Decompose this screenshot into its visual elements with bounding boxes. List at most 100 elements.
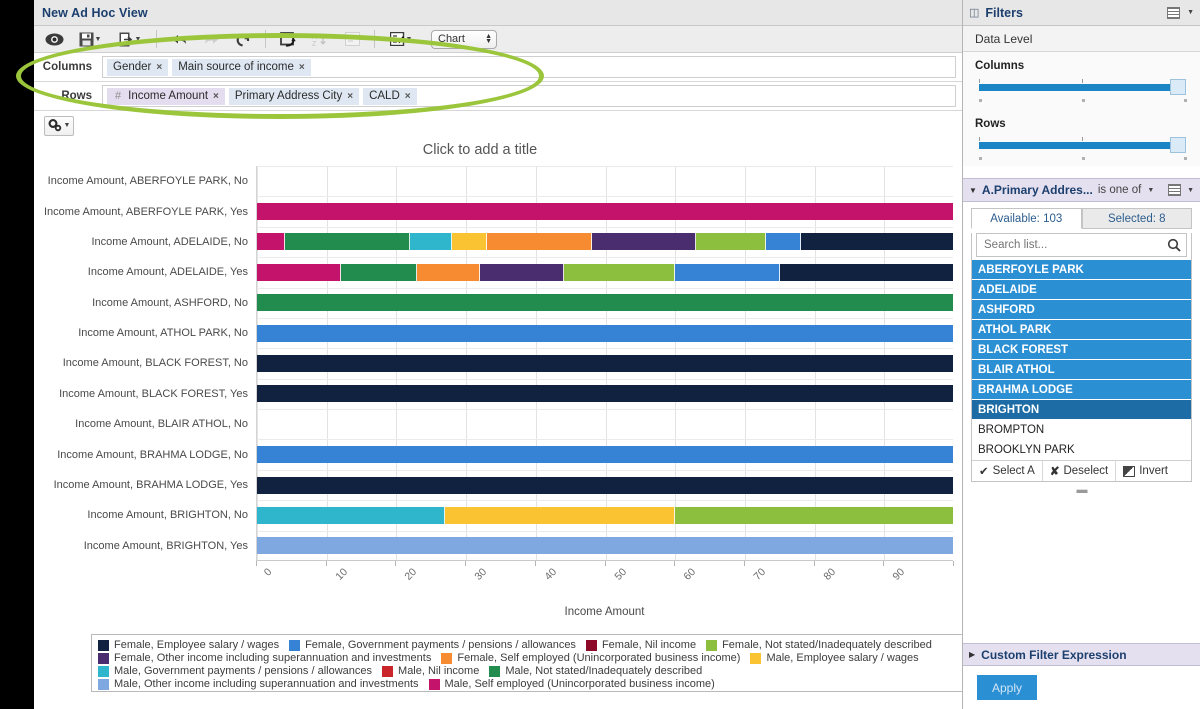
legend-item[interactable]: Female, Nil income [585,639,696,652]
redo-button[interactable] [196,28,226,51]
export-button[interactable]: ▼ [111,28,149,51]
bar-segment[interactable] [675,507,953,524]
chart-bar[interactable] [257,294,953,311]
revert-button[interactable] [228,28,258,51]
view-preview-button[interactable] [39,28,69,51]
sort-button[interactable]: A Z [305,28,335,51]
legend-item[interactable]: Male, Not stated/Inadequately described [489,665,702,678]
bar-segment[interactable] [257,325,953,342]
rows-shelf-dropzone[interactable]: # Income Amount × Primary Address City ×… [102,85,956,107]
bar-segment[interactable] [284,233,411,250]
undo-button[interactable] [164,28,194,51]
legend-item[interactable]: Female, Self employed (Unincorporated bu… [441,652,740,665]
deselect-button[interactable]: ✘ Deselect [1043,461,1117,481]
bar-segment[interactable] [257,477,953,494]
legend-item[interactable]: Male, Government payments / pensions / a… [98,665,372,678]
filter-option[interactable]: BLACK FOREST [972,340,1191,360]
bar-segment[interactable] [675,264,780,281]
field-pill-cald[interactable]: CALD × [363,87,417,105]
bar-segment[interactable] [591,233,697,250]
legend-item[interactable]: Female, Employee salary / wages [98,639,279,652]
columns-slider[interactable] [975,79,1188,95]
chart-type-select[interactable]: Chart ▲ ▼ [431,29,497,49]
bar-segment[interactable] [257,203,953,220]
remove-field-icon[interactable]: × [299,62,305,73]
chart-settings-button[interactable]: ▼ [44,115,74,136]
chevron-down-icon[interactable]: ▼ [1187,9,1194,16]
filter-option[interactable]: BLAIR ATHOL [972,360,1191,380]
filter-option[interactable]: ADELAIDE [972,280,1191,300]
bar-segment[interactable] [257,264,341,281]
field-pill-primary-address-city[interactable]: Primary Address City × [228,87,360,105]
tab-available[interactable]: Available: 103 [971,208,1082,229]
chart-bar[interactable] [257,325,953,342]
chart-bar[interactable] [257,203,953,220]
custom-filter-expression-header[interactable]: ▶ Custom Filter Expression [963,643,1200,666]
field-pill-gender[interactable]: Gender × [107,58,169,76]
bar-segment[interactable] [257,537,953,554]
bar-segment[interactable] [800,233,953,250]
bar-segment[interactable] [696,233,766,250]
filter-option[interactable]: ATHOL PARK [972,320,1191,340]
chevron-down-icon[interactable]: ▼ [1147,187,1154,194]
bar-segment[interactable] [410,233,453,250]
bar-segment[interactable] [257,355,953,372]
remove-field-icon[interactable]: × [347,91,353,102]
bar-segment[interactable] [445,507,676,524]
chart-bar[interactable] [257,264,953,281]
legend-item[interactable]: Female, Government payments / pensions /… [289,639,576,652]
select-visualization-button[interactable]: ▼ [382,28,420,51]
columns-shelf-dropzone[interactable]: Gender × Main source of income × [102,56,956,78]
chart-bar[interactable] [257,233,953,250]
filter-operator[interactable]: is one of [1098,184,1141,196]
chevron-down-icon[interactable]: ▼ [1187,187,1194,194]
filter-option[interactable]: ASHFORD [972,300,1191,320]
chart-bar[interactable] [257,446,953,463]
bar-segment[interactable] [257,233,285,250]
bar-segment[interactable] [257,385,953,402]
bar-segment[interactable] [257,507,446,524]
legend-item[interactable]: Female, Other income including superannu… [98,652,431,665]
chart-bar[interactable] [257,537,953,554]
filter-search-row[interactable] [976,233,1187,257]
page-options-button[interactable] [337,28,367,51]
bar-segment[interactable] [486,233,592,250]
resize-grip[interactable]: ▬ [963,484,1200,496]
chart-bar[interactable] [257,507,953,524]
chart-bar[interactable] [257,385,953,402]
collapse-panel-icon[interactable]: ◫ [969,6,979,19]
field-pill-income-amount[interactable]: # Income Amount × [107,87,225,105]
legend-item[interactable]: Male, Nil income [382,665,479,678]
rows-slider[interactable] [975,137,1188,153]
chart-bar[interactable] [257,355,953,372]
switch-group-button[interactable] [273,28,303,51]
field-pill-main-source-of-income[interactable]: Main source of income × [172,58,311,76]
bar-segment[interactable] [452,233,487,250]
filter-option[interactable]: BRIGHTON [972,400,1191,420]
expand-triangle-icon[interactable]: ▼ [969,186,977,195]
rows-slider-handle[interactable] [1170,137,1186,153]
panel-menu-icon[interactable] [1167,6,1181,19]
bar-segment[interactable] [340,264,418,281]
remove-field-icon[interactable]: × [213,91,219,102]
filter-menu-icon[interactable] [1168,184,1182,196]
legend-item[interactable]: Male, Self employed (Unincorporated busi… [428,678,715,691]
expand-triangle-icon[interactable]: ▶ [969,650,975,659]
bar-segment[interactable] [417,264,480,281]
save-button[interactable]: ▼ [71,28,109,51]
remove-field-icon[interactable]: × [156,62,162,73]
invert-button[interactable]: Invert [1116,461,1175,481]
bar-segment[interactable] [563,264,676,281]
remove-field-icon[interactable]: × [405,91,411,102]
apply-button[interactable]: Apply [977,675,1037,700]
filter-option[interactable]: BRAHMA LODGE [972,380,1191,400]
search-input[interactable] [982,238,1167,252]
chart-title[interactable]: Click to add a title [0,140,962,166]
bar-segment[interactable] [257,294,953,311]
legend-item[interactable]: Male, Other income including superannuat… [98,678,419,691]
bar-segment[interactable] [480,264,564,281]
select-all-button[interactable]: ✔ Select A [972,461,1043,481]
filter-option[interactable]: ABERFOYLE PARK [972,260,1191,280]
filter-option[interactable]: BROOKLYN PARK [972,440,1191,460]
tab-selected[interactable]: Selected: 8 [1081,208,1192,229]
